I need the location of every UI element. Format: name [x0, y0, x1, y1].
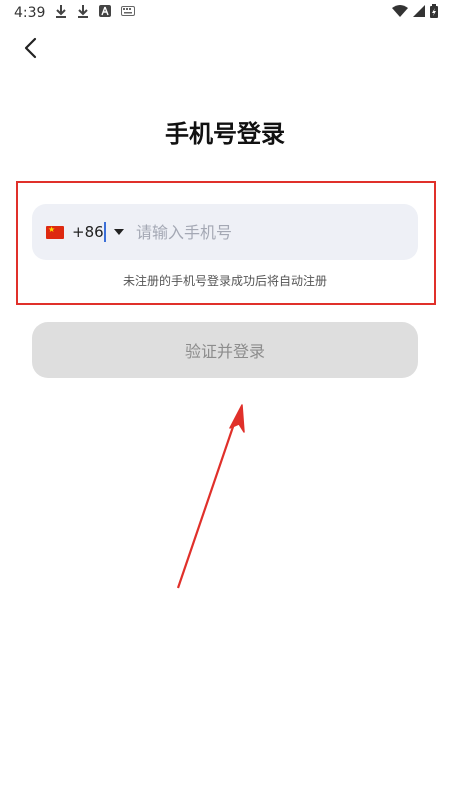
- notification-icons: [55, 4, 135, 18]
- country-code: +86: [72, 223, 104, 241]
- status-bar: 4:39: [0, 0, 450, 26]
- keyboard-icon: [121, 6, 135, 16]
- caret-down-icon: [113, 229, 124, 235]
- app-store-icon: [99, 5, 111, 17]
- page-title: 手机号登录: [165, 120, 285, 148]
- system-icons: [392, 4, 438, 18]
- download-icon: [55, 4, 67, 18]
- chevron-left-icon: [23, 37, 37, 59]
- text-cursor: [104, 222, 106, 242]
- phone-input[interactable]: [136, 212, 396, 252]
- verify-login-button[interactable]: 验证并登录: [32, 322, 418, 378]
- country-code-selector[interactable]: ★ +86: [46, 204, 124, 260]
- download-icon: [77, 4, 89, 18]
- phone-field[interactable]: ★ +86: [32, 204, 418, 260]
- auto-register-hint: 未注册的手机号登录成功后将自动注册: [122, 274, 327, 288]
- status-time: 4:39: [14, 5, 46, 21]
- china-flag-icon: ★: [46, 225, 64, 239]
- battery-charging-icon: [430, 4, 438, 18]
- wifi-icon: [392, 5, 408, 17]
- back-button[interactable]: [14, 32, 46, 64]
- signal-icon: [413, 5, 425, 17]
